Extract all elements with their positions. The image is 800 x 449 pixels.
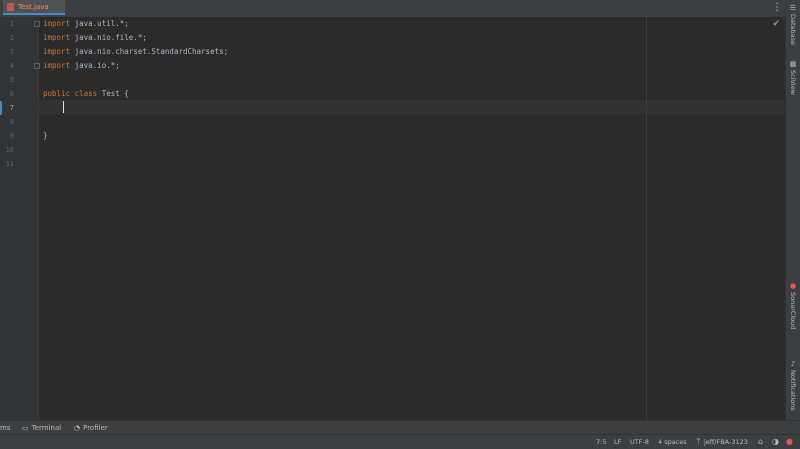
keyword: import [43,33,71,42]
caret-position[interactable]: 7:5 [596,435,606,449]
line-number: 10 [5,146,14,154]
line-number: 6 [9,90,14,98]
code-line-6: public class Test { [43,87,129,101]
code-editor[interactable]: 1 2 3 4 5 6 7 8 9 10 11 import java.util… [0,17,786,420]
line-number: 4 [9,62,14,70]
bottom-tool-window-bar: ms ▭ Terminal ◔ Profiler [0,420,800,435]
line-number-current: 7 [9,104,14,112]
tab-test-java[interactable]: Test.java [3,0,65,15]
line-separator[interactable]: LF [614,435,621,449]
code-text: java.util.*; [70,19,129,28]
lock-icon[interactable]: ⌂ [758,437,763,447]
tool-label: ms [0,424,11,432]
tool-label: SciView [789,70,797,95]
sonar-status-icon[interactable]: ● [786,437,793,447]
keyword: import [43,61,71,70]
editor-tab-bar: Test.java ⋮ [0,0,786,18]
code-text: java.nio.file.*; [70,33,147,42]
keyword: public class [43,89,98,98]
line-number: 3 [9,48,14,56]
line-number: 8 [9,118,14,126]
tool-label: Profiler [83,424,108,432]
tool-problems[interactable]: ms [0,421,10,435]
tool-terminal[interactable]: ▭ Terminal [22,421,61,435]
indent-setting[interactable]: 4 spaces [658,435,687,449]
code-line-9: } [43,129,48,143]
grid-icon: ▦ [789,60,797,68]
vcs-change-marker [0,101,2,115]
keyword: import [43,47,71,56]
line-number: 1 [9,20,14,28]
tool-sciview[interactable]: ▦ SciView [787,60,799,95]
fold-end-icon[interactable] [34,63,40,69]
right-tool-window-bar: ☰ Database ▦ SciView ● SonarCloud ♪ Noti… [785,0,800,420]
code-text: java.nio.charset.StandardCharsets; [70,47,229,56]
tool-sonarcloud[interactable]: ● SonarCloud [787,282,799,329]
checkmark-icon[interactable]: ✔ [772,19,780,29]
branch-icon: ᛘ [696,437,701,446]
file-encoding[interactable]: UTF-8 [630,435,649,449]
line-number-gutter[interactable]: 1 2 3 4 5 6 7 8 9 10 11 [0,17,40,420]
fold-start-icon[interactable] [34,21,40,27]
right-margin-guide [646,17,647,420]
tool-notifications[interactable]: ♪ Notifications [787,360,799,411]
keyword: import [43,19,71,28]
vertical-ellipsis-icon[interactable]: ⋮ [772,2,782,14]
line-number: 2 [9,34,14,42]
code-text: java.io.*; [70,61,120,70]
status-bar: 7:5 LF UTF-8 4 spaces ᛘ jeff/FBA-3123 ⌂ … [0,434,800,449]
text-caret [63,101,64,113]
code-line-2: import java.nio.file.*; [43,31,147,45]
terminal-icon: ▭ [22,424,29,432]
line-number: 5 [9,76,14,84]
database-icon: ☰ [789,4,797,12]
tool-profiler[interactable]: ◔ Profiler [74,421,108,435]
code-text: Test { [97,89,129,98]
code-line-4: import java.io.*; [43,59,120,73]
tool-database[interactable]: ☰ Database [787,4,799,45]
line-number: 11 [5,160,14,168]
tool-label: SonarCloud [789,292,797,330]
vcs-branch[interactable]: jeff/FBA-3123 [704,435,748,449]
code-line-1: import java.util.*; [43,17,129,31]
tab-label: Test.java [18,2,49,11]
tool-label: Notifications [789,370,797,411]
tool-label: Terminal [31,424,62,432]
line-number: 9 [9,132,14,140]
inspector-icon[interactable]: ◑ [772,437,779,447]
sonar-icon: ● [789,282,797,290]
tool-label: Database [789,14,797,46]
current-line-highlight [39,100,786,114]
profiler-icon: ◔ [74,424,81,432]
code-line-3: import java.nio.charset.StandardCharsets… [43,45,228,59]
java-class-icon [7,2,14,11]
bell-icon: ♪ [790,360,796,368]
code-text: } [43,131,48,140]
